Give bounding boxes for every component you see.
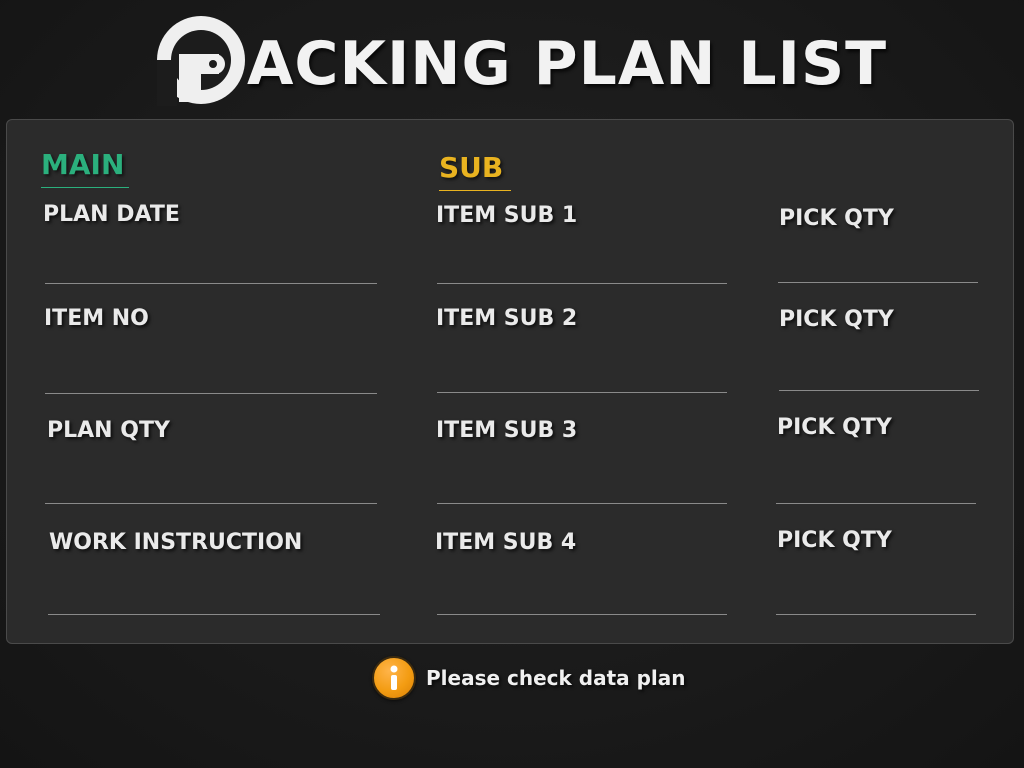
status-message-text: Please check data plan — [426, 666, 686, 690]
plan-date-label: PLAN DATE — [43, 202, 180, 227]
work-instruction-label: WORK INSTRUCTION — [49, 530, 303, 555]
sub-section-heading: SUB — [439, 151, 511, 191]
item-sub-1-label: ITEM SUB 1 — [436, 203, 578, 228]
page-title: ACKING PLAN LIST — [247, 29, 888, 99]
pick-qty-2-label: PICK QTY — [779, 307, 894, 332]
sub-heading-text: SUB — [439, 151, 504, 184]
work-instruction-field[interactable] — [48, 614, 380, 615]
sub-heading-underline — [439, 190, 511, 191]
plan-qty-label: PLAN QTY — [47, 418, 170, 443]
pick-qty-4-field[interactable] — [776, 614, 976, 615]
pick-qty-3-label: PICK QTY — [777, 415, 892, 440]
main-section-heading: MAIN — [41, 148, 129, 188]
info-glyph-icon — [390, 665, 398, 690]
status-message: Please check data plan — [372, 655, 686, 701]
item-sub-3-field[interactable] — [437, 503, 727, 504]
main-heading-underline — [41, 187, 129, 188]
pick-qty-1-label: PICK QTY — [779, 206, 894, 231]
item-sub-3-label: ITEM SUB 3 — [436, 418, 578, 443]
plan-qty-field[interactable] — [45, 503, 377, 504]
item-sub-4-field[interactable] — [437, 614, 727, 615]
plan-panel: MAIN SUB PLAN DATE ITEM NO PLAN QTY WORK… — [6, 119, 1014, 644]
pick-qty-3-field[interactable] — [776, 503, 976, 504]
pick-qty-1-field[interactable] — [778, 282, 978, 283]
p-circle-logo-icon — [157, 16, 245, 106]
item-no-field[interactable] — [45, 393, 377, 394]
pick-qty-4-label: PICK QTY — [777, 528, 892, 553]
info-icon — [372, 656, 416, 700]
item-sub-4-label: ITEM SUB 4 — [435, 530, 577, 555]
pick-qty-2-field[interactable] — [779, 390, 979, 391]
main-heading-text: MAIN — [41, 148, 125, 181]
item-sub-2-field[interactable] — [437, 392, 727, 393]
item-sub-1-field[interactable] — [437, 283, 727, 284]
item-no-label: ITEM NO — [44, 306, 149, 331]
page-header: ACKING PLAN LIST — [0, 0, 1024, 118]
plan-date-field[interactable] — [45, 283, 377, 284]
item-sub-2-label: ITEM SUB 2 — [436, 306, 578, 331]
